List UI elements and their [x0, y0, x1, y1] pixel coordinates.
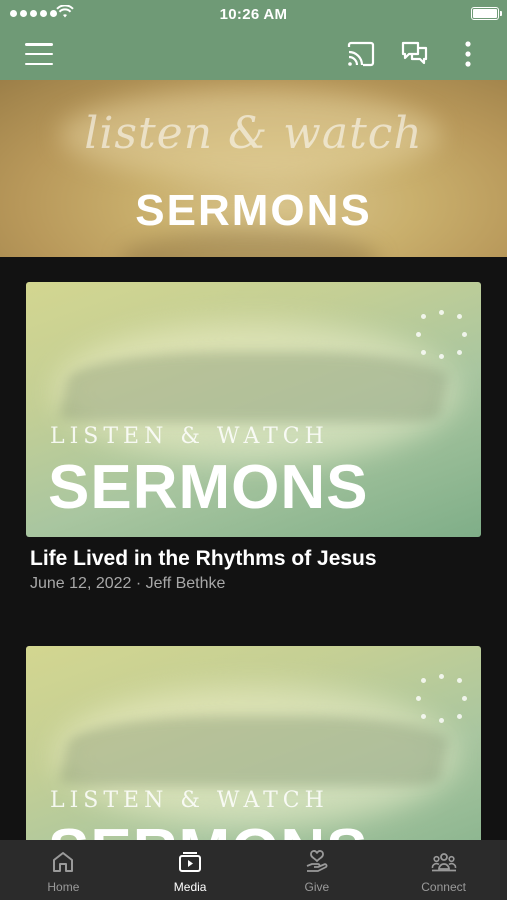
- hamburger-menu-icon[interactable]: [22, 40, 56, 68]
- thumb-title: SERMONS: [48, 453, 369, 522]
- home-icon: [53, 852, 74, 872]
- tab-label: Give: [304, 880, 330, 894]
- tab-label: Connect: [421, 880, 466, 894]
- tab-media[interactable]: Media: [127, 840, 254, 900]
- thumb-subtitle: LISTEN & WATCH: [50, 424, 329, 449]
- status-bar: 10:26 AM: [0, 0, 507, 28]
- sermon-list[interactable]: LISTEN & WATCH SERMONS Life Lived in the…: [0, 257, 507, 840]
- app-bar: [0, 28, 507, 80]
- dots-decoration-icon: [416, 674, 468, 726]
- dots-decoration-icon: [416, 310, 468, 362]
- sermon-meta: June 12, 2022 · Jeff Bethke: [30, 575, 226, 592]
- tab-label: Home: [47, 880, 80, 894]
- give-heart-hand-icon: [306, 850, 328, 872]
- battery-icon: [471, 7, 502, 20]
- sermons-hero-banner: listen & watch SERMONS: [0, 80, 507, 257]
- top-header: 10:26 AM: [0, 0, 507, 80]
- cast-icon[interactable]: [345, 38, 377, 70]
- sermon-card[interactable]: LISTEN & WATCH SERMONS Life Lived in the…: [26, 282, 481, 593]
- status-time: 10:26 AM: [219, 6, 288, 23]
- connect-people-icon: [431, 853, 456, 872]
- media-play-icon: [179, 852, 202, 872]
- thumb-subtitle: LISTEN & WATCH: [50, 788, 329, 813]
- hero-title: SERMONS: [135, 186, 372, 235]
- tab-label: Media: [173, 880, 207, 894]
- tab-home[interactable]: Home: [0, 840, 127, 900]
- chat-icon[interactable]: [399, 38, 431, 70]
- sermon-title[interactable]: Life Lived in the Rhythms of Jesus: [26, 547, 481, 571]
- tab-connect[interactable]: Connect: [380, 840, 507, 900]
- sermon-thumbnail[interactable]: LISTEN & WATCH SERMONS: [26, 646, 481, 840]
- hero-script-text: listen & watch: [84, 108, 423, 159]
- tab-give[interactable]: Give: [254, 840, 381, 900]
- sermon-card[interactable]: LISTEN & WATCH SERMONS: [26, 646, 481, 840]
- bottom-tab-bar: Home Media Give Connect: [0, 840, 507, 900]
- thumb-title: SERMONS: [48, 816, 368, 840]
- sermon-thumbnail[interactable]: LISTEN & WATCH SERMONS: [26, 282, 481, 537]
- more-vertical-icon[interactable]: [452, 38, 484, 70]
